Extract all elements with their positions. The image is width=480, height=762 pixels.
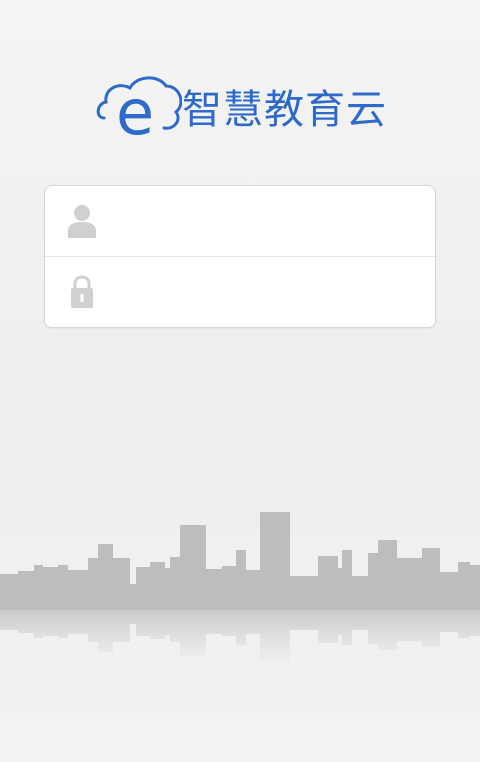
brand-name: 智慧教育云	[182, 87, 387, 133]
username-input[interactable]	[115, 200, 415, 242]
username-field	[45, 186, 435, 256]
city-skyline-image	[0, 512, 480, 662]
password-field	[45, 257, 435, 327]
lock-icon	[71, 275, 93, 308]
user-icon	[68, 205, 96, 238]
logo-letter: e	[116, 76, 154, 140]
cloud-e-logo-icon: e	[96, 76, 182, 140]
app-logo: e 智慧教育云	[96, 74, 396, 144]
password-input[interactable]	[115, 271, 415, 313]
login-form	[44, 185, 436, 328]
